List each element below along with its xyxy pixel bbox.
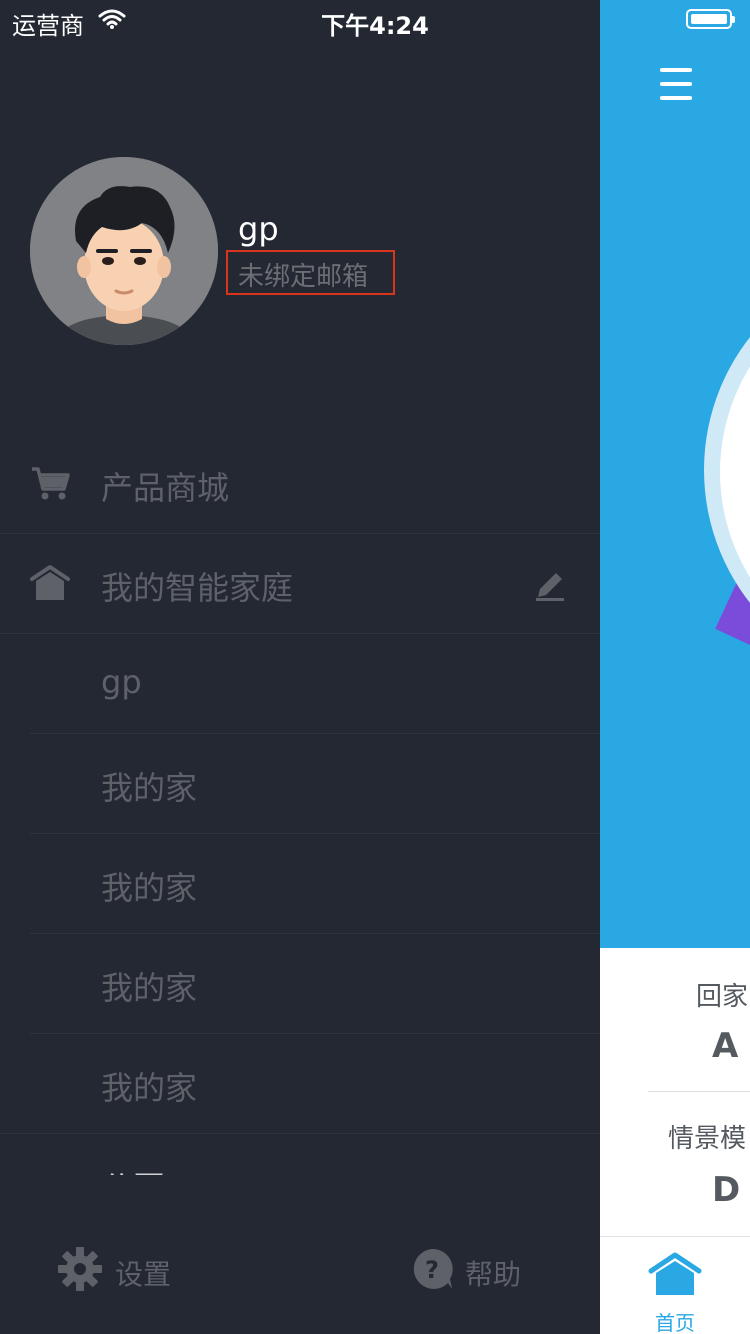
username: gp xyxy=(238,210,279,248)
email-status[interactable]: 未绑定邮箱 xyxy=(238,256,368,293)
tab-home[interactable]: 首页 xyxy=(600,1237,750,1334)
menu-line xyxy=(660,96,692,100)
settings-label: 设置 xyxy=(115,1258,172,1291)
scene-card: 回家 A 情景模 D xyxy=(600,948,750,1236)
scene-divider xyxy=(648,1091,750,1092)
battery-tip xyxy=(732,16,735,23)
scene-1-letter[interactable]: A xyxy=(712,1026,738,1066)
drawer-footer: 设置 ? 帮助 xyxy=(0,1175,600,1334)
gear-icon xyxy=(58,1247,102,1291)
help-button[interactable]: ? 帮助 xyxy=(410,1247,550,1307)
home-name: 我的家 xyxy=(101,969,198,1007)
home-tab-icon xyxy=(648,1252,702,1295)
scene-2-letter[interactable]: D xyxy=(712,1170,740,1210)
home-list-item[interactable]: 我的家 xyxy=(0,933,600,1033)
help-icon: ? xyxy=(413,1248,453,1289)
status-bar: 运营商 下午4:24 xyxy=(0,0,750,44)
menu-line xyxy=(660,82,692,86)
home-list-item[interactable]: gp xyxy=(0,633,600,733)
home-list-item[interactable]: 我的家 xyxy=(0,733,600,833)
home-list-item[interactable]: 我的家 xyxy=(0,1033,600,1133)
home-name: 我的家 xyxy=(101,1069,198,1107)
menu-item-smart-home[interactable]: 我的智能家庭 xyxy=(0,533,600,633)
menu-item-shop[interactable]: 产品商城 xyxy=(0,433,600,533)
tab-home-label: 首页 xyxy=(655,1311,695,1334)
status-time: 下午4:24 xyxy=(321,12,429,40)
cart-icon xyxy=(32,467,70,500)
menu-icon[interactable] xyxy=(652,62,700,106)
settings-button[interactable]: 设置 xyxy=(58,1247,218,1307)
avatar[interactable] xyxy=(30,157,218,345)
main-panel: 回家 A 情景模 D 首页 xyxy=(600,0,750,1334)
home-name: 我的家 xyxy=(101,769,198,807)
home-icon xyxy=(30,565,70,600)
home-list-item[interactable]: 我的家 xyxy=(0,833,600,933)
help-label: 帮助 xyxy=(465,1258,522,1291)
edit-icon[interactable] xyxy=(534,565,566,601)
home-name: 我的家 xyxy=(101,869,198,907)
scene-2-label[interactable]: 情景模 xyxy=(668,1118,746,1155)
tab-bar: 首页 xyxy=(600,1236,750,1334)
battery-fill xyxy=(691,14,727,24)
menu-line xyxy=(660,68,692,72)
shop-label: 产品商城 xyxy=(101,469,230,507)
home-name: gp xyxy=(101,663,142,701)
side-drawer: gp 未绑定邮箱 产品商城 我的智能家庭 gp 我的家 我的家 我的家 我的家 … xyxy=(0,0,600,1334)
avatar-illustration xyxy=(30,157,218,345)
scene-1-label[interactable]: 回家 xyxy=(696,976,748,1013)
svg-text:?: ? xyxy=(425,1256,439,1284)
smart-home-label: 我的智能家庭 xyxy=(101,569,294,607)
battery-icon xyxy=(686,9,735,29)
